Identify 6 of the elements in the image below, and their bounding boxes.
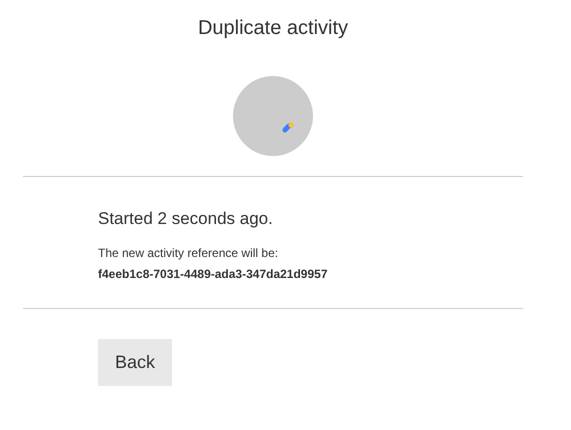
loading-spinner-icon [233, 76, 313, 156]
status-text: Started 2 seconds ago. [98, 209, 274, 229]
dialog-title: Duplicate activity [198, 17, 348, 40]
back-button[interactable]: Back [98, 339, 172, 386]
activity-reference: f4eeb1c8-7031-4489-ada3-347da21d9957 [98, 267, 328, 281]
reference-label: The new activity reference will be: [98, 246, 280, 260]
